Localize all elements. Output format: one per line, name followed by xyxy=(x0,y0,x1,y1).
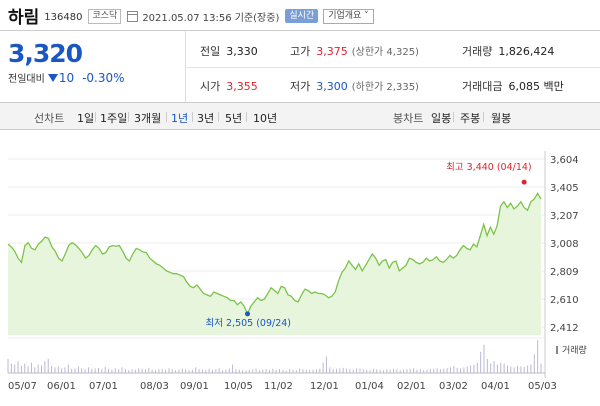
trade-volume: 거래량 1,826,424 xyxy=(462,45,555,58)
y-tick-label: 3,207 xyxy=(550,211,579,222)
period-1d[interactable]: 1일 xyxy=(77,110,94,126)
x-tick-label: 02/01 xyxy=(397,381,426,392)
divider xyxy=(128,112,129,122)
x-tick-label: 05/07 xyxy=(8,381,37,392)
down-triangle-icon xyxy=(47,73,58,82)
chart-period-bar: 선차트 1일 1주일 3개월 1년 3년 5년 10년 봉차트 일봉 주봉 월봉 xyxy=(0,102,600,130)
current-price-block: 3,320 전일대비 10 -0.30% xyxy=(8,39,188,85)
candle-weekly[interactable]: 주봉 xyxy=(460,110,480,126)
change-percent: -0.30% xyxy=(82,70,125,85)
volume-legend-icon xyxy=(556,346,558,354)
trade-amount: 거래대금 6,085 백만 xyxy=(462,80,564,93)
y-tick-label: 2,412 xyxy=(550,323,579,334)
price-chart[interactable]: 3,604 3,405 3,207 3,008 2,809 2,610 2,412 최고 3,… xyxy=(0,131,600,406)
divider xyxy=(218,112,219,122)
x-tick-label: 12/01 xyxy=(310,381,339,392)
stock-code: 136480 xyxy=(44,11,83,23)
open-price: 시가 3,355 xyxy=(200,80,258,93)
market-badge: 코스닥 xyxy=(88,8,122,24)
day-high: 고가 3,375 (상한가 4,325) xyxy=(290,45,419,58)
quote-datetime: 2021.05.07 13:56 기준(장중) xyxy=(142,13,280,24)
price-summary: 3,320 전일대비 10 -0.30% 전일 3,330 고가 3,375 (상한가… xyxy=(0,30,600,103)
divider xyxy=(453,112,454,122)
line-chart-label: 선차트 xyxy=(34,112,65,125)
x-tick-label: 07/01 xyxy=(89,381,118,392)
y-tick-label: 2,610 xyxy=(550,295,579,306)
y-tick-label: 3,405 xyxy=(550,183,579,194)
divider xyxy=(185,67,600,68)
x-tick-label: 10/05 xyxy=(224,381,253,392)
divider xyxy=(246,112,247,122)
calendar-icon xyxy=(127,10,139,22)
change-label: 전일대비 xyxy=(8,74,45,85)
x-tick-label: 05/03 xyxy=(528,381,557,392)
current-price: 3,320 xyxy=(8,39,83,68)
period-1y[interactable]: 1년 xyxy=(171,110,188,126)
period-1w[interactable]: 1주일 xyxy=(100,110,127,126)
company-overview-dropdown[interactable]: 기업개요 ˅ xyxy=(323,8,374,24)
candle-monthly[interactable]: 월봉 xyxy=(491,110,511,126)
x-tick-label: 09/01 xyxy=(180,381,209,392)
period-5y[interactable]: 5년 xyxy=(225,110,242,126)
period-10y[interactable]: 10년 xyxy=(253,110,277,126)
price-change: 전일대비 10 -0.30% xyxy=(8,70,188,86)
candle-daily[interactable]: 일봉 xyxy=(431,110,451,126)
x-tick-label: 03/02 xyxy=(439,381,468,392)
stock-name: 하림 xyxy=(8,7,40,28)
y-tick-label: 2,809 xyxy=(550,267,579,278)
divider xyxy=(483,112,484,122)
volume-label: 거래량 xyxy=(562,344,587,356)
min-annotation: 최저 2,505 (09/24) xyxy=(206,318,292,329)
x-tick-label: 06/01 xyxy=(47,381,76,392)
realtime-button[interactable]: 실시간 xyxy=(285,9,319,23)
period-3m[interactable]: 3개월 xyxy=(134,110,161,126)
stock-header: 하림 136480 코스닥 2021.05.07 13:56 기준(장중) 실시… xyxy=(0,0,600,30)
x-tick-label: 11/02 xyxy=(264,381,293,392)
min-marker xyxy=(245,311,251,317)
x-tick-label: 01/04 xyxy=(355,381,384,392)
y-tick-label: 3,008 xyxy=(550,239,579,250)
divider xyxy=(192,112,193,122)
day-low: 저가 3,300 (하한가 2,335) xyxy=(290,80,419,93)
divider xyxy=(95,112,96,122)
period-3y[interactable]: 3년 xyxy=(197,110,214,126)
price-chart-svg: 3,604 3,405 3,207 3,008 2,809 2,610 2,412 최고 3,… xyxy=(7,151,587,392)
x-tick-label: 04/01 xyxy=(481,381,510,392)
y-tick-label: 3,604 xyxy=(550,155,579,166)
change-value: 10 xyxy=(58,70,75,85)
prev-close: 전일 3,330 xyxy=(200,45,258,58)
max-annotation: 최고 3,440 (04/14) xyxy=(446,162,532,173)
divider xyxy=(166,112,167,122)
x-tick-label: 08/03 xyxy=(140,381,169,392)
max-marker xyxy=(521,179,527,185)
candle-chart-label: 봉차트 xyxy=(393,112,424,125)
